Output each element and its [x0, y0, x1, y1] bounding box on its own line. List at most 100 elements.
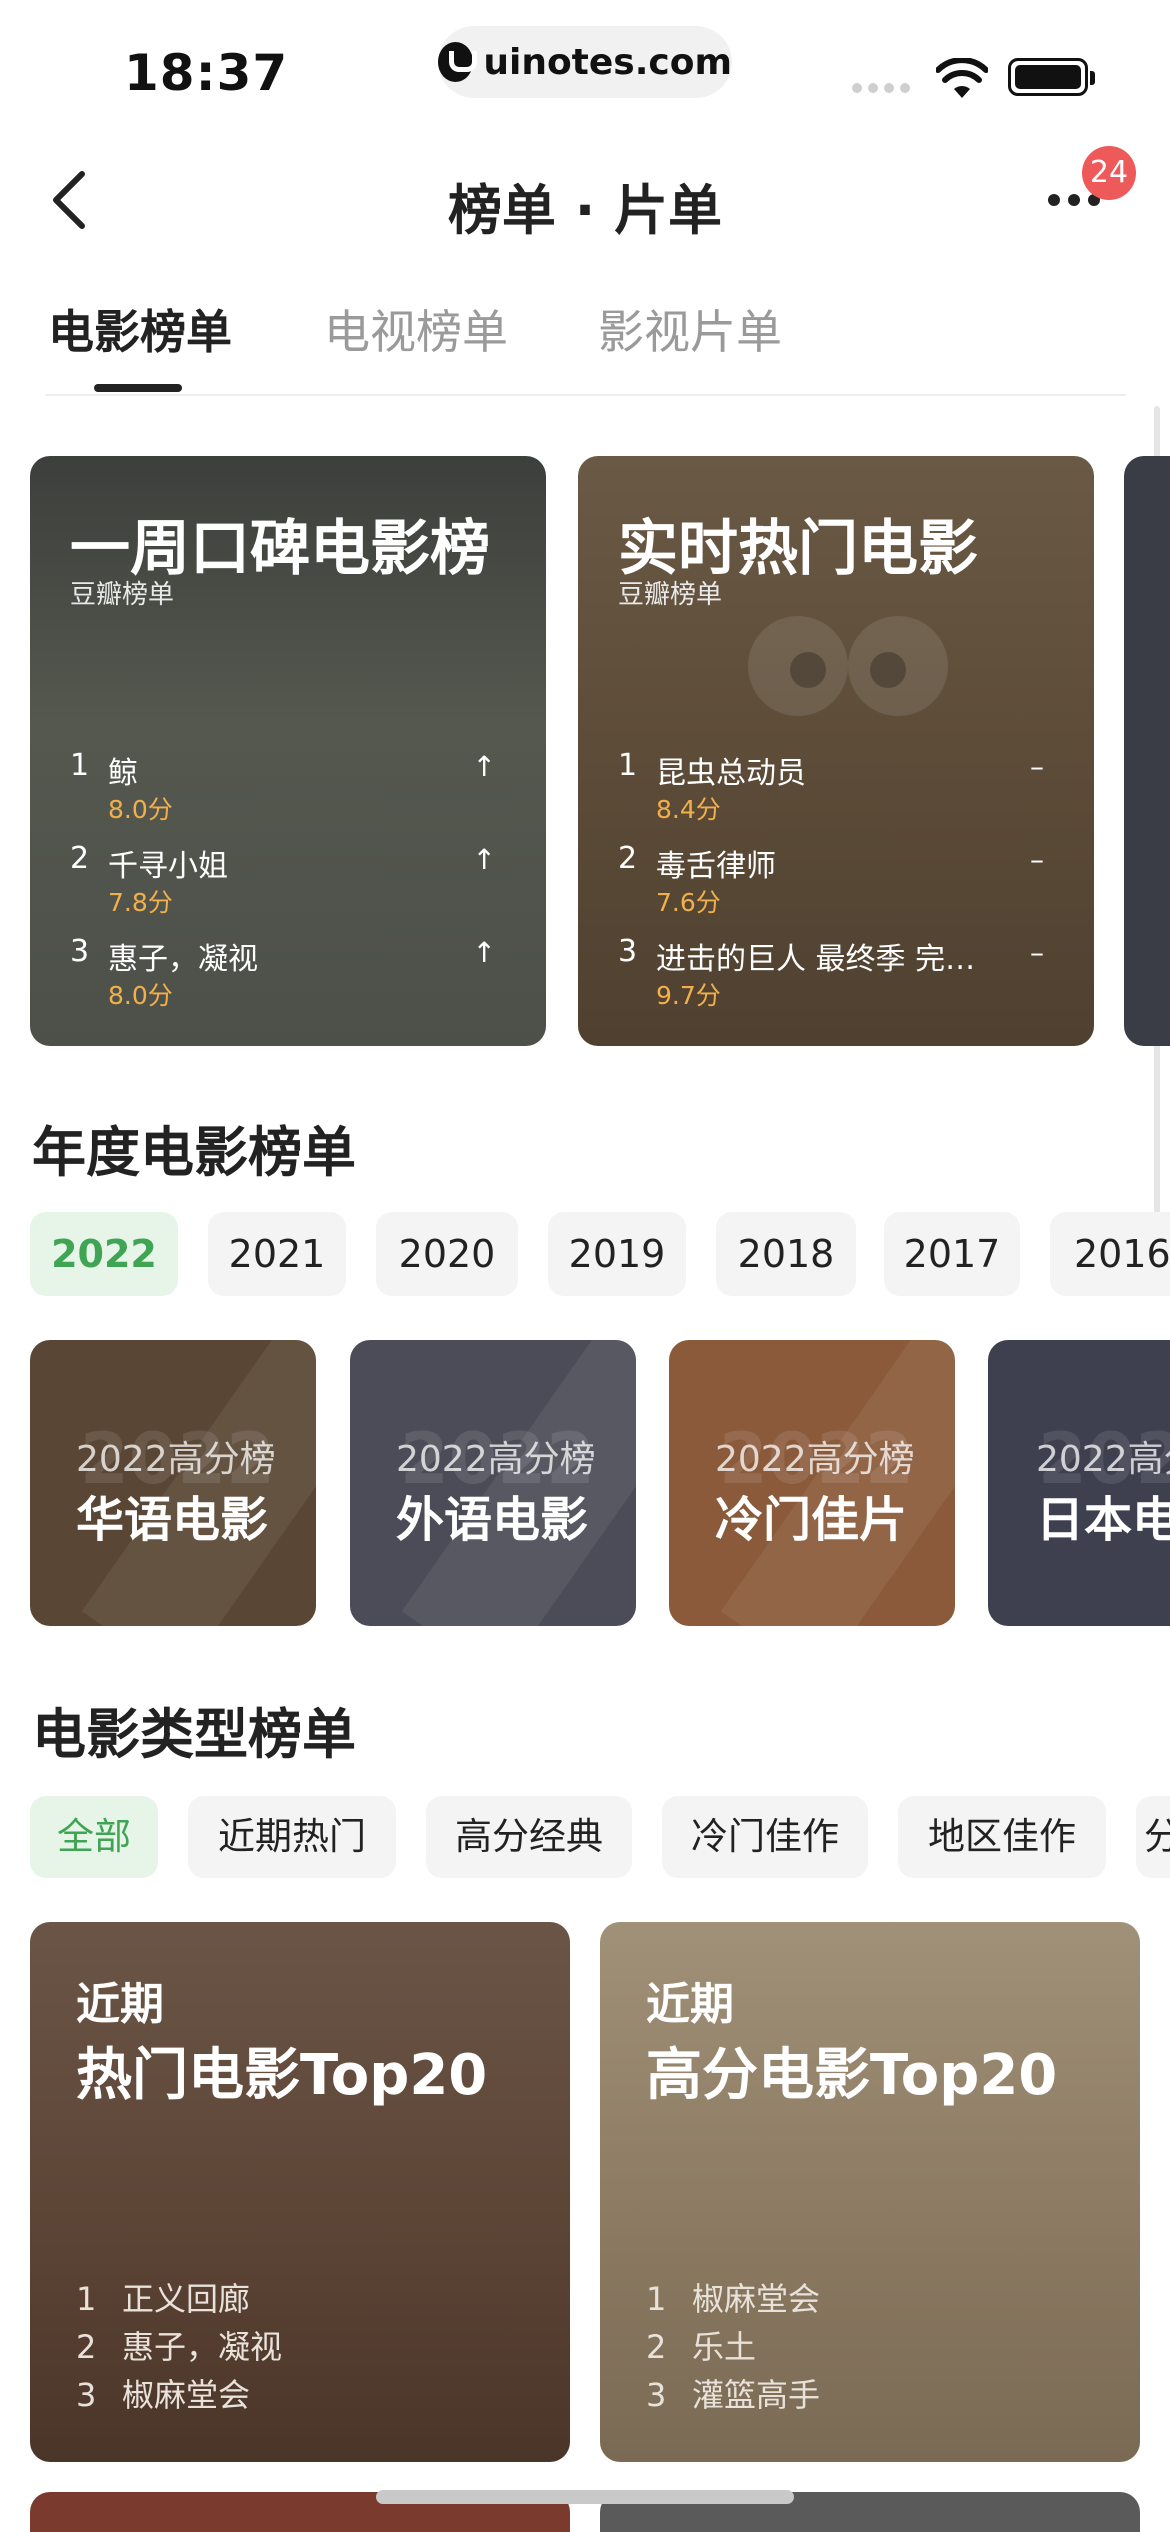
- card-subtitle: 豆瓣榜单: [70, 580, 175, 610]
- movie-score: 7.8分: [108, 888, 173, 917]
- annual-card-chinese[interactable]: 2022 2022高分榜 华语电影: [30, 1340, 316, 1626]
- year-chip-2019[interactable]: 2019: [548, 1212, 686, 1296]
- movie-name: 椒麻堂会: [122, 2376, 251, 2414]
- section-title-annual: 年度电影榜单: [32, 1121, 356, 1184]
- genre-chip-more[interactable]: 分类: [1136, 1796, 1170, 1878]
- annual-card-subtitle: 2022高分榜: [76, 1439, 276, 1480]
- poster-art-icon: [748, 616, 948, 716]
- movie-score: 9.7分: [656, 981, 721, 1010]
- movie-name: 惠子，凝视: [122, 2328, 283, 2366]
- list-item[interactable]: 1 昆虫总动员 8.4分 –: [618, 748, 1064, 828]
- genre-chip-classic[interactable]: 高分经典: [426, 1796, 632, 1878]
- battery-icon: [1008, 58, 1095, 96]
- rank-number: 1: [70, 748, 90, 783]
- year-chip-2018[interactable]: 2018: [716, 1212, 856, 1296]
- genre-chip-region[interactable]: 地区佳作: [898, 1796, 1106, 1878]
- movie-name: 乐土: [692, 2328, 757, 2366]
- tab-film-lists[interactable]: 影视片单: [598, 296, 782, 362]
- ranking-card-peek[interactable]: [1124, 456, 1170, 1046]
- year-chip-2020[interactable]: 2020: [376, 1212, 518, 1296]
- list-item[interactable]: 2 毒舌律师 7.6分 –: [618, 841, 1064, 921]
- trend-flat-icon: –: [1030, 843, 1044, 876]
- year-chip-2016[interactable]: 2016: [1050, 1212, 1170, 1296]
- rank-number: 1: [618, 748, 638, 783]
- status-bar: 18:37 uinotes.com: [0, 0, 1170, 130]
- rank-number: 3: [76, 2376, 97, 2414]
- nav-bar: 榜单 · 片单 24: [0, 130, 1170, 270]
- genre-card-title: 热门电影Top20: [76, 2043, 488, 2108]
- list-item[interactable]: 1 鲸 8.0分 ↑: [70, 748, 516, 828]
- trend-up-icon: ↑: [472, 936, 496, 969]
- rank-number: 2: [618, 841, 638, 876]
- annual-card-title: 华语电影: [76, 1492, 269, 1548]
- genre-card-hot[interactable]: 近期 热门电影Top20 1 正义回廊 2 惠子，凝视 3 椒麻堂会: [30, 1922, 570, 2462]
- page-title: 榜单 · 片单: [447, 179, 723, 242]
- trend-flat-icon: –: [1030, 750, 1044, 783]
- list-item: 1 正义回廊: [76, 2274, 250, 2320]
- trend-up-icon: ↑: [472, 843, 496, 876]
- genre-card-title: 高分电影Top20: [646, 2043, 1058, 2108]
- url-text: uinotes.com: [483, 41, 732, 83]
- annual-card-title: 日本电影: [1036, 1492, 1170, 1548]
- rank-number: 1: [76, 2280, 97, 2318]
- list-item: 3 灌篮高手: [646, 2370, 820, 2416]
- movie-name: 进击的巨人 最终季 完结篇: [656, 942, 996, 977]
- cellular-signal-icon: [852, 83, 910, 93]
- tab-movie-rankings[interactable]: 电影榜单: [48, 296, 232, 362]
- section-title-genre: 电影类型榜单: [32, 1703, 356, 1766]
- rank-number: 3: [646, 2376, 667, 2414]
- more-icon[interactable]: [1048, 194, 1100, 206]
- rank-number: 1: [646, 2280, 667, 2318]
- movie-name: 正义回廊: [122, 2280, 251, 2318]
- card-subtitle: 豆瓣榜单: [618, 580, 723, 610]
- movie-name: 椒麻堂会: [692, 2280, 821, 2318]
- genre-card-label: 近期: [646, 1979, 734, 2030]
- rank-number: 3: [618, 934, 638, 969]
- movie-name: 千寻小姐: [108, 849, 228, 884]
- list-item[interactable]: 3 进击的巨人 最终季 完结篇 9.7分 –: [618, 934, 1064, 1014]
- list-item[interactable]: 3 惠子，凝视 8.0分 ↑: [70, 934, 516, 1014]
- ranking-card-weekly[interactable]: 一周口碑电影榜 豆瓣榜单 1 鲸 8.0分 ↑ 2 千寻小姐 7.8分 ↑ 3 …: [30, 456, 546, 1046]
- year-chip-2022[interactable]: 2022: [30, 1212, 178, 1296]
- movie-name: 昆虫总动员: [656, 756, 806, 791]
- year-chip-2021[interactable]: 2021: [208, 1212, 346, 1296]
- ranking-card-realtime[interactable]: 实时热门电影 豆瓣榜单 1 昆虫总动员 8.4分 – 2 毒舌律师 7.6分 –…: [578, 456, 1094, 1046]
- list-item: 1 椒麻堂会: [646, 2274, 820, 2320]
- annual-card-title: 外语电影: [396, 1492, 589, 1548]
- movie-score: 8.0分: [108, 795, 173, 824]
- movie-score: 8.4分: [656, 795, 721, 824]
- trend-up-icon: ↑: [472, 750, 496, 783]
- annual-card-niche[interactable]: 2022 2022高分榜 冷门佳片: [669, 1340, 955, 1626]
- annual-card-subtitle: 2022高分榜: [396, 1439, 596, 1480]
- annual-card-foreign[interactable]: 2022 2022高分榜 外语电影: [350, 1340, 636, 1626]
- trend-flat-icon: –: [1030, 936, 1044, 969]
- url-pill[interactable]: uinotes.com: [438, 26, 732, 98]
- annual-card-japanese[interactable]: 2022 2022高分榜 日本电影: [988, 1340, 1170, 1626]
- tab-tv-rankings[interactable]: 电视榜单: [324, 296, 508, 362]
- rank-number: 2: [70, 841, 90, 876]
- list-item: 2 惠子，凝视: [76, 2322, 282, 2368]
- list-item: 2 乐土: [646, 2322, 756, 2368]
- genre-chip-niche[interactable]: 冷门佳作: [662, 1796, 868, 1878]
- genre-card-label: 近期: [76, 1979, 164, 2030]
- genre-chip-recent-hot[interactable]: 近期热门: [188, 1796, 396, 1878]
- annual-card-title: 冷门佳片: [715, 1492, 908, 1548]
- movie-score: 8.0分: [108, 981, 173, 1010]
- rank-number: 2: [646, 2328, 667, 2366]
- annual-card-subtitle: 2022高分榜: [1036, 1439, 1170, 1480]
- year-chip-2017[interactable]: 2017: [884, 1212, 1020, 1296]
- movie-name: 鲸: [108, 756, 138, 791]
- rank-number: 3: [70, 934, 90, 969]
- category-tabs: 电影榜单 电视榜单 影视片单: [46, 296, 1126, 396]
- movie-name: 毒舌律师: [656, 849, 776, 884]
- home-indicator[interactable]: [376, 2490, 794, 2504]
- notification-badge: 24: [1082, 146, 1136, 200]
- movie-score: 7.6分: [656, 888, 721, 917]
- rank-number: 2: [76, 2328, 97, 2366]
- status-time: 18:37: [124, 44, 289, 102]
- list-item[interactable]: 2 千寻小姐 7.8分 ↑: [70, 841, 516, 921]
- genre-card-high-score[interactable]: 近期 高分电影Top20 1 椒麻堂会 2 乐土 3 灌篮高手: [600, 1922, 1140, 2462]
- movie-name: 惠子，凝视: [108, 942, 258, 977]
- annual-card-subtitle: 2022高分榜: [715, 1439, 915, 1480]
- genre-chip-all[interactable]: 全部: [30, 1796, 158, 1878]
